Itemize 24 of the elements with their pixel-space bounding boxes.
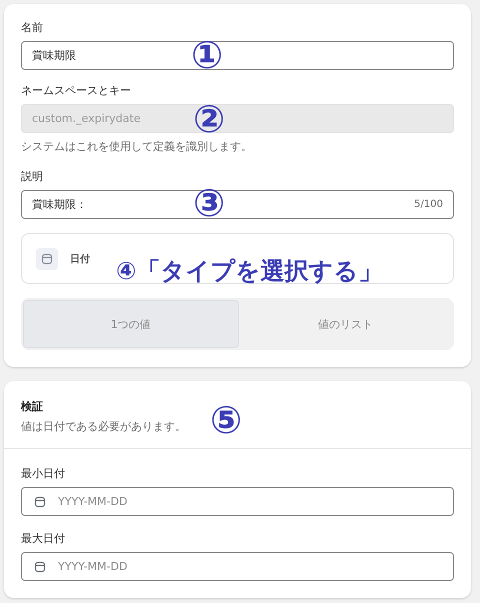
date-input[interactable]: YYYY-MM-DD — [56, 494, 443, 509]
field-label: 名前 — [21, 21, 44, 35]
field-value: 賞味期限： — [32, 197, 87, 212]
field-label: 最小日付 — [21, 467, 66, 481]
calendar-icon — [34, 560, 46, 572]
field-value: 賞味期限 — [32, 48, 76, 63]
date-field[interactable]: YYYY-MM-DD — [21, 487, 454, 516]
field-value: custom._expirydate — [32, 112, 140, 125]
character-counter: 5/100 — [414, 199, 443, 210]
name-field[interactable]: 賞味期限 ① — [21, 41, 454, 70]
type-label: 日付 — [70, 252, 90, 266]
date-input[interactable]: YYYY-MM-DD — [56, 559, 443, 574]
field-label: 最大日付 — [21, 532, 66, 546]
field-label: 説明 — [21, 170, 44, 184]
calendar-icon — [36, 248, 58, 270]
description-field[interactable]: 賞味期限： ③ 5/100 — [21, 190, 454, 219]
calendar-icon — [34, 496, 46, 508]
annotation-marker: ④「タイプを選択する」 — [116, 259, 382, 283]
date-field[interactable]: YYYY-MM-DD — [21, 552, 454, 581]
section-title: 検証 — [21, 399, 43, 414]
field-label: ネームスペースとキー — [21, 84, 132, 98]
help-text: システムはこれを使用して定義を識別します。 — [21, 139, 253, 154]
section-subtitle: 値は日付である必要があります。 — [21, 419, 186, 434]
annotation-marker: ⑤ — [210, 401, 242, 439]
